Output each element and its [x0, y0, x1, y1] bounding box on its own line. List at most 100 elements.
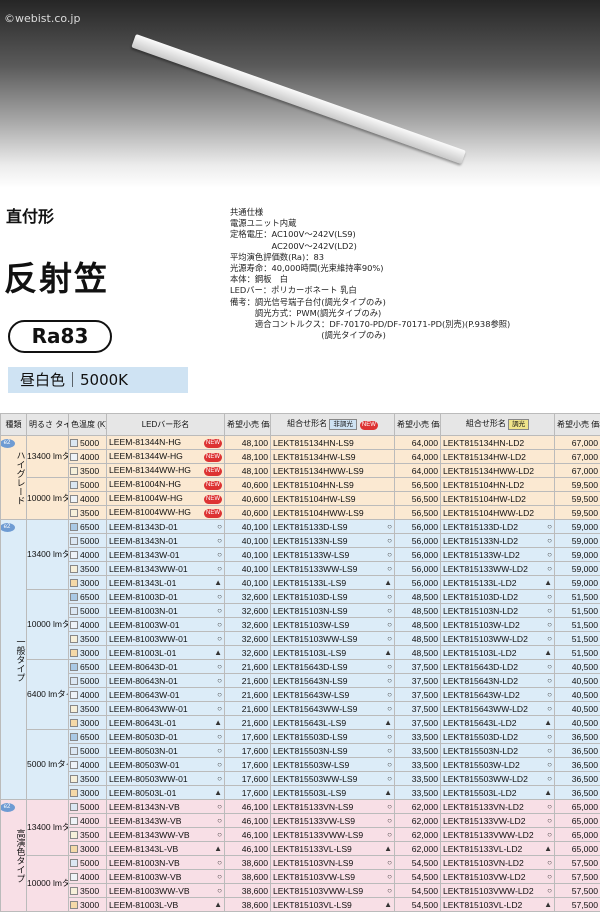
color-swatch — [70, 830, 78, 839]
bar-price: 40,100 — [224, 547, 271, 562]
bar-price: 38,600 — [224, 855, 271, 870]
cct-value: 3500 — [80, 507, 100, 518]
table-body: ハイグレードe213400 lmタイプ5000LEEM-81344N-HGNEW… — [0, 435, 600, 912]
kind-label: ハイグレード — [15, 450, 26, 505]
led-bar-model: LEEM-81003D-01 ○ — [106, 589, 225, 604]
bar-price: 21,600 — [224, 687, 271, 702]
combo-nondim-price: 37,500 — [394, 673, 441, 688]
combo-dim-price: 67,000 — [554, 435, 600, 450]
combo-nondim: LEKT815103W-LS9 ○ — [270, 617, 395, 632]
combo-nondim: LEKT815133N-LS9 ○ — [270, 533, 395, 548]
table-row: 3500 LEEM-81344WW-HG NEW 48,100 LEKT815134HW… — [0, 463, 600, 478]
combo-dim: LEKT815134HWW-LD2 — [440, 463, 555, 478]
color-swatch — [70, 774, 78, 783]
combo-nondim-mark: ▲ — [384, 577, 392, 587]
combo-nondim-price: 54,500 — [394, 897, 441, 912]
header-price-dim: 希望小売 価格(円) — [554, 413, 600, 436]
lumen-type: 13400 lmタイプ — [26, 435, 69, 478]
bar-price: 21,600 — [224, 659, 271, 674]
led-bar-model: LEEM-81004N-HG NEW — [106, 477, 225, 492]
led-bar-model: LEEM-81343N-VB ○ — [106, 799, 225, 814]
combo-dim: LEKT815643W-LD2 ○ — [440, 687, 555, 702]
combo-nondim: LEKT815104HW-LS9 — [270, 491, 395, 506]
combo-nondim-price: 62,000 — [394, 841, 441, 856]
color-temperature: 3500 — [68, 561, 107, 576]
stock-mark: ○ — [217, 633, 222, 643]
combo-dim-price: 59,500 — [554, 491, 600, 506]
cct-value: 4000 — [80, 493, 100, 504]
combo-dim-price: 36,500 — [554, 729, 600, 744]
combo-nondim-name: LEKT815103N-LS9 — [273, 605, 348, 616]
combo-dim-name: LEKT815133N-LD2 — [443, 535, 519, 546]
combo-dim-name: LEKT815104HN-LD2 — [443, 479, 525, 490]
combo-dim: LEKT815503W-LD2 ○ — [440, 757, 555, 772]
bar-name: LEEM-81343N-01 — [109, 535, 178, 546]
cct-value: 3000 — [80, 717, 100, 728]
table-row: 4000 LEEM-80503W-01 ○ 17,600 LEKT815503W-LS9… — [0, 757, 600, 772]
bar-price: 17,600 — [224, 729, 271, 744]
bar-name: LEEM-81003D-01 — [109, 591, 178, 602]
color-temperature: 3500 — [68, 771, 107, 786]
combo-dim-name: LEKT815133VN-LD2 — [443, 801, 524, 812]
combo-nondim-name: LEKT815643D-LS9 — [273, 661, 348, 672]
stock-mark: ○ — [217, 885, 222, 895]
combo-dim: LEKT815133L-LD2 ▲ — [440, 575, 555, 590]
combo-dim-name: LEKT815133L-LD2 — [443, 577, 517, 588]
combo-nondim-price: 33,500 — [394, 729, 441, 744]
combo-nondim-mark: ▲ — [384, 899, 392, 909]
table-row: 3000 LEEM-81343L-01 ▲ 40,100 LEKT815133L-LS9… — [0, 575, 600, 590]
bar-name: LEEM-81343WW-VB — [109, 829, 190, 840]
header-lm: 明るさ タイプ※1 — [26, 413, 69, 436]
color-swatch — [70, 564, 78, 573]
combo-nondim-mark: ○ — [387, 535, 392, 545]
combo-nondim-price: 54,500 — [394, 869, 441, 884]
combo-nondim-name: LEKT815134HWW-LS9 — [273, 465, 364, 476]
combo-dim: LEKT815643WW-LD2 ○ — [440, 701, 555, 716]
combo-nondim: LEKT815643N-LS9 ○ — [270, 673, 395, 688]
kind-label: 一般タイプ — [15, 637, 26, 682]
color-swatch — [70, 732, 78, 741]
combo-dim-name: LEKT815503W-LD2 — [443, 759, 520, 770]
table-row: 10000 lmタイプ6500LEEM-81003D-01○32,600LEKT… — [0, 589, 600, 660]
led-bar-model: LEEM-81003N-VB ○ — [106, 855, 225, 870]
color-swatch — [70, 690, 78, 699]
combo-dim-price: 57,500 — [554, 883, 600, 898]
color-temperature: 3000 — [68, 645, 107, 660]
cct-value: 5000 — [80, 605, 100, 616]
combo-dim-mark: ○ — [547, 633, 552, 643]
combo-nondim-name: LEKT815133VL-LS9 — [273, 843, 352, 854]
combo-nondim-name: LEKT815103VN-LS9 — [273, 857, 354, 868]
cct-value: 5000 — [80, 675, 100, 686]
combo-nondim: LEKT815133VN-LS9 ○ — [270, 799, 395, 814]
combo-dim-name: LEKT815103VN-LD2 — [443, 857, 524, 868]
combo-nondim-price: 62,000 — [394, 799, 441, 814]
color-temperature-label: 昼白色｜5000K — [8, 367, 188, 393]
led-bar-model: LEEM-81343WW-VB ○ — [106, 827, 225, 842]
led-bar-model: LEEM-80643W-01 ○ — [106, 687, 225, 702]
nondim-tag: 非調光 — [329, 419, 357, 430]
bar-name: LEEM-81344WW-HG — [109, 465, 191, 475]
combo-nondim-mark: ○ — [387, 521, 392, 531]
bar-name: LEEM-81003WW-VB — [109, 885, 190, 896]
dim-tag: 調光 — [508, 419, 530, 430]
combo-dim-name: LEKT815133VWW-LD2 — [443, 829, 534, 840]
combo-dim-mark: ○ — [547, 605, 552, 615]
combo-dim: LEKT815104HN-LD2 — [440, 477, 555, 492]
combo-nondim: LEKT815503WW-LS9 ○ — [270, 771, 395, 786]
bar-name: LEEM-81343D-01 — [109, 521, 178, 532]
cct-value: 5000 — [80, 535, 100, 546]
stock-mark: ○ — [217, 871, 222, 881]
combo-dim-price: 59,500 — [554, 477, 600, 492]
table-row: 3500 LEEM-80503WW-01 ○ 17,600 LEKT815503WW-L… — [0, 771, 600, 786]
combo-nondim: LEKT815643L-LS9 ▲ — [270, 715, 395, 730]
cct-value: 3500 — [80, 465, 100, 476]
product-kind: ハイグレード e2 — [0, 435, 27, 520]
combo-dim-name: LEKT815104HW-LD2 — [443, 493, 526, 504]
led-bar-model: LEEM-80643WW-01 ○ — [106, 701, 225, 716]
combo-dim-mark: ○ — [547, 675, 552, 685]
combo-nondim-price: 37,500 — [394, 715, 441, 730]
combo-dim: LEKT815133D-LD2 ○ — [440, 519, 555, 534]
combo-dim-price: 36,500 — [554, 757, 600, 772]
color-swatch — [70, 536, 78, 545]
combo-dim-mark: ○ — [547, 885, 552, 895]
